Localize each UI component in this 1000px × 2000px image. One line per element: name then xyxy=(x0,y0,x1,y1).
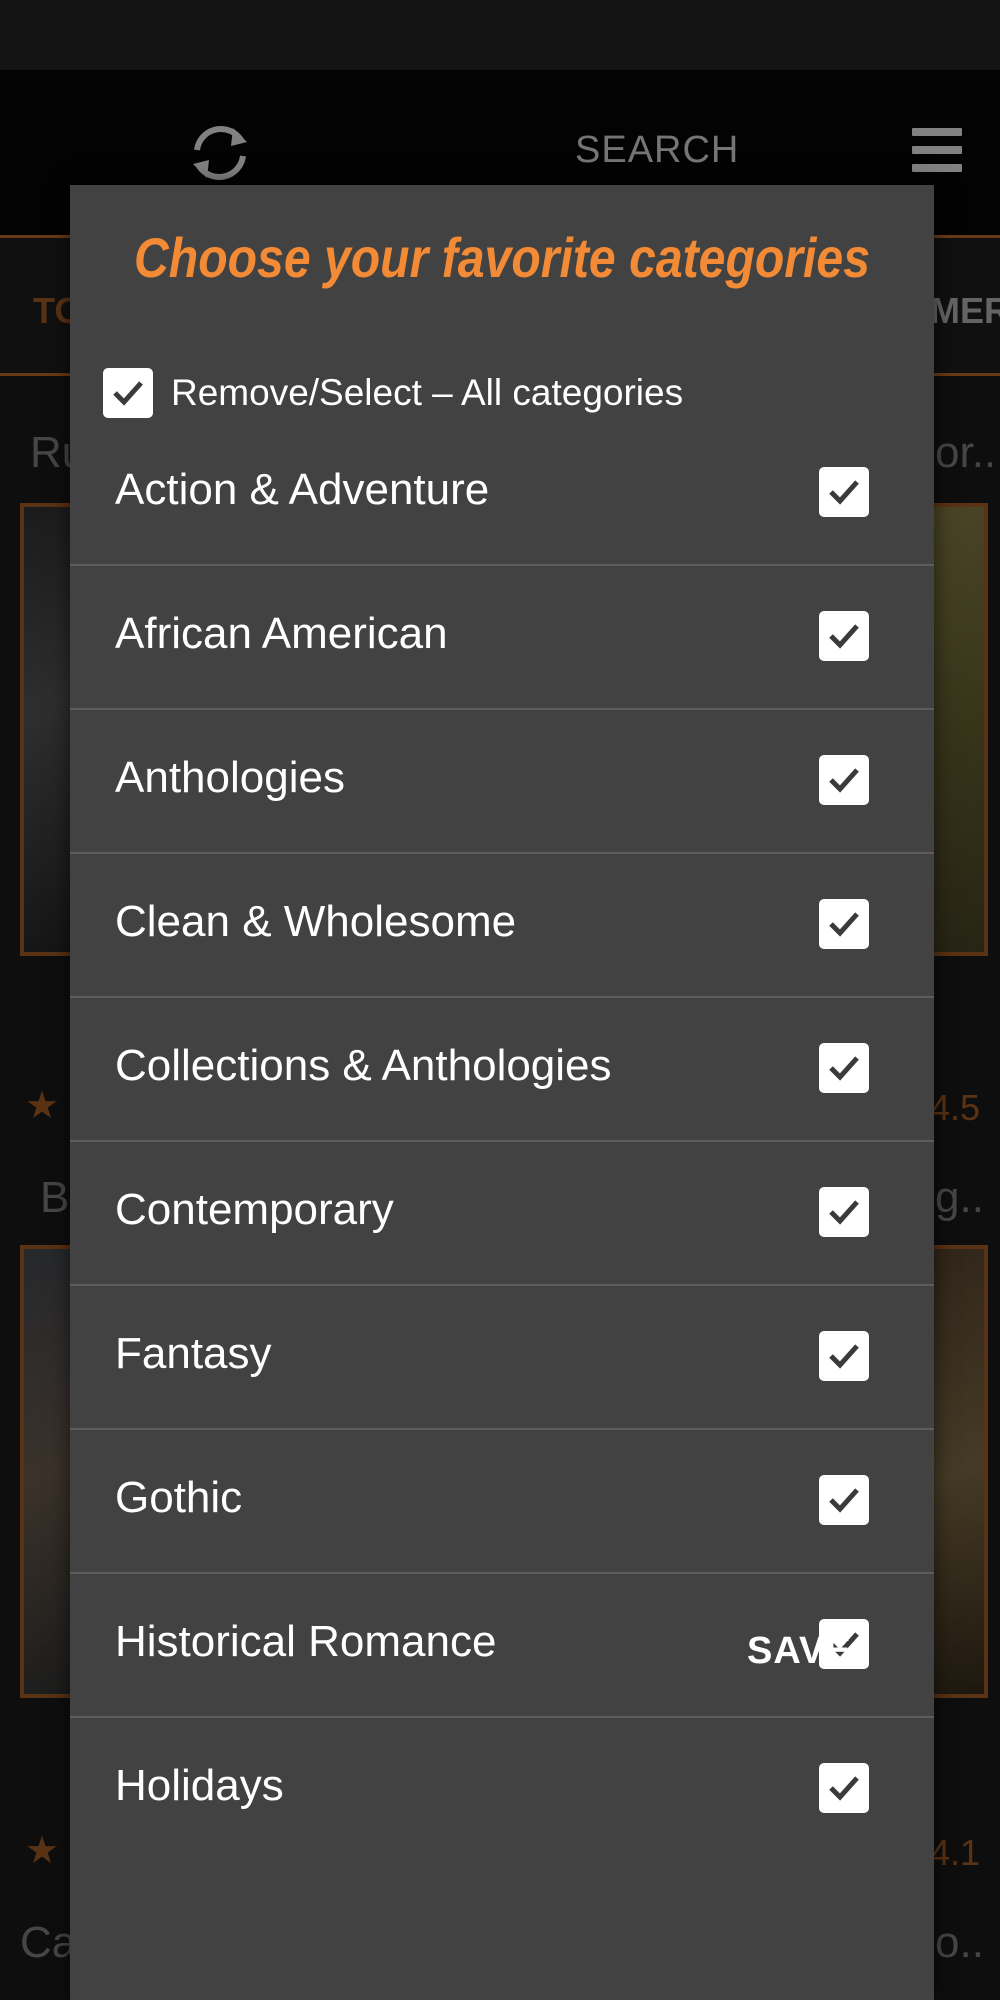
select-all-checkbox[interactable] xyxy=(103,368,153,418)
category-row[interactable]: Anthologies xyxy=(70,710,934,854)
category-dialog: Choose your favorite categories Remove/S… xyxy=(70,185,934,2000)
category-checkbox[interactable] xyxy=(819,1475,869,1525)
checkmark-icon xyxy=(829,624,859,649)
checkmark-icon xyxy=(829,768,859,793)
category-row[interactable]: Contemporary xyxy=(70,1142,934,1286)
category-label: Anthologies xyxy=(115,753,345,802)
category-row[interactable]: Fantasy xyxy=(70,1286,934,1430)
category-checkbox[interactable] xyxy=(819,1331,869,1381)
category-row[interactable]: Action & Adventure xyxy=(70,422,934,566)
category-row[interactable]: Gothic xyxy=(70,1430,934,1574)
checkmark-icon xyxy=(829,1488,859,1513)
checkmark-icon xyxy=(829,480,859,505)
category-label: Action & Adventure xyxy=(115,465,490,514)
category-row[interactable]: Holidays xyxy=(70,1718,934,1860)
category-label: Historical Romance xyxy=(115,1617,497,1666)
category-label: African American xyxy=(115,609,448,658)
category-row[interactable]: Collections & Anthologies xyxy=(70,998,934,1142)
category-row[interactable]: Clean & Wholesome xyxy=(70,854,934,998)
checkmark-icon xyxy=(829,1344,859,1369)
category-label: Fantasy xyxy=(115,1329,272,1378)
category-checkbox[interactable] xyxy=(819,1043,869,1093)
select-all-row[interactable]: Remove/Select – All categories xyxy=(103,365,683,421)
checkmark-icon xyxy=(113,381,143,406)
category-checkbox[interactable] xyxy=(819,1187,869,1237)
category-label: Gothic xyxy=(115,1473,243,1522)
checkmark-icon xyxy=(829,1056,859,1081)
category-label: Contemporary xyxy=(115,1185,394,1234)
dialog-title: Choose your favorite categories xyxy=(134,226,870,289)
checkmark-icon xyxy=(829,912,859,937)
save-button[interactable]: SAVE xyxy=(747,1630,852,1673)
category-label: Holidays xyxy=(115,1761,284,1810)
category-row[interactable]: African American xyxy=(70,566,934,710)
category-checkbox[interactable] xyxy=(819,755,869,805)
select-all-label: Remove/Select – All categories xyxy=(171,372,684,413)
category-checkbox[interactable] xyxy=(819,1763,869,1813)
category-label: Clean & Wholesome xyxy=(115,897,517,946)
category-label: Collections & Anthologies xyxy=(115,1041,612,1090)
category-checkbox[interactable] xyxy=(819,611,869,661)
category-checkbox[interactable] xyxy=(819,899,869,949)
checkmark-icon xyxy=(829,1200,859,1225)
category-checkbox[interactable] xyxy=(819,467,869,517)
checkmark-icon xyxy=(829,1776,859,1801)
